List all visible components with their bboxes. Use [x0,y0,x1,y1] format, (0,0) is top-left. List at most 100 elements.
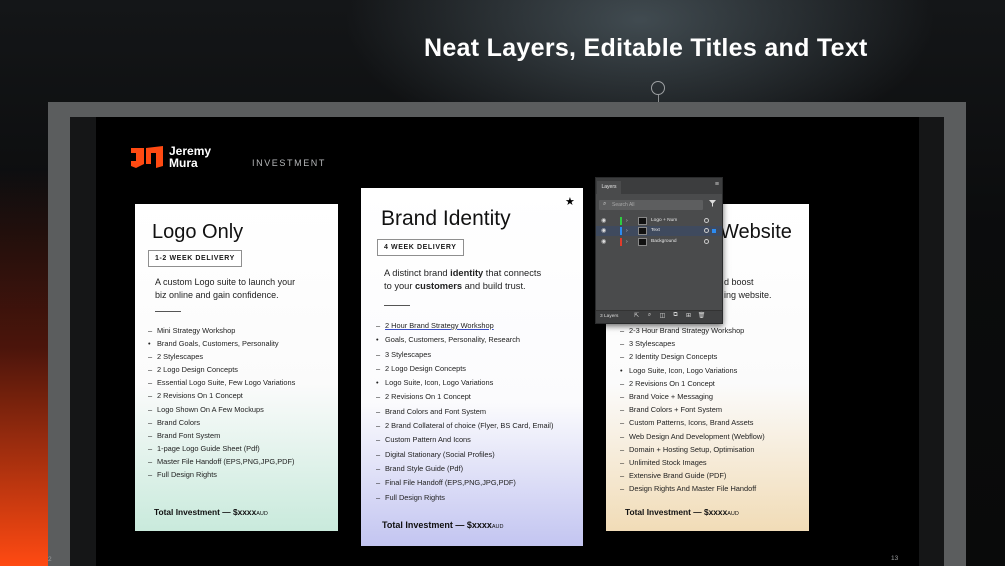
card-description-line2: ing website. [724,290,772,300]
card-description: A custom Logo suite to launch your biz o… [155,276,295,302]
feature-item: Extensive Brand Guide (PDF) [620,469,765,482]
feature-item: Brand Voice + Messaging [620,390,765,403]
feature-item: 3 Stylescapes [620,337,765,350]
layer-row-logo-num[interactable]: ◉ › Logo + Num [596,216,722,226]
layers-panel-tabbar: Layers ≡ [596,178,722,194]
delivery-badge: 1-2 WEEK DELIVERY [148,250,242,267]
locate-object-icon[interactable]: ⌕ [645,312,654,319]
desc-text: A distinct brand [384,268,451,278]
pricing-card-brand-identity: Brand Identity 4 WEEK DELIVERY A distinc… [361,188,583,546]
feature-item: Unlimited Stock Images [620,456,765,469]
section-label: INVESTMENT [252,158,327,168]
total-currency: AUD [256,511,268,517]
delete-icon[interactable]: 🗑 [697,312,706,319]
feature-item: Brand Style Guide (Pdf) [376,462,553,477]
layer-thumbnail [638,217,647,225]
layer-row-text[interactable]: ◉ › Text [596,226,722,236]
layer-row-background[interactable]: ◉ › Background [596,237,722,247]
delivery-badge: 4 WEEK DELIVERY [377,239,464,256]
layer-color-swatch [620,227,622,235]
feature-item: Custom Patterns, Icons, Brand Assets [620,416,765,429]
layer-thumbnail [638,227,647,235]
desc-text: to your [384,281,416,291]
new-sublayer-icon[interactable]: ⧉ [671,312,680,319]
feature-item: 1-page Logo Guide Sheet (Pdf) [148,442,295,455]
layer-name[interactable]: Text [651,226,660,236]
tab-layers[interactable]: Layers [597,181,621,194]
feature-item: 2-3 Hour Brand Strategy Workshop [620,324,765,337]
feature-item: 2 Revisions On 1 Concept [148,389,295,402]
total-label: Total Investment — $xxxx [625,507,728,517]
card-title: Website [720,221,792,243]
feature-item: Brand Colors and Font System [376,405,553,420]
desc-text: and build trust. [462,281,526,291]
feature-item: Design Rights And Master File Handoff [620,482,765,495]
selection-indicator [712,228,716,233]
panel-menu-icon[interactable]: ≡ [715,181,719,188]
search-icon: ⌕ [603,201,607,207]
brand-logo: Jeremy Mura [130,144,211,170]
chevron-right-icon[interactable]: › [626,237,628,247]
desc-emphasis: customers [415,281,463,291]
chevron-right-icon[interactable]: › [626,226,628,236]
layers-panel[interactable]: Layers ≡ Search All ⌕ ◉ › Logo + Num ◉ ›… [595,177,723,324]
feature-item: 2 Stylescapes [148,350,295,363]
total-investment: Total Investment — $xxxxAUD [154,507,268,517]
layer-target-icon[interactable] [704,228,709,233]
feature-item: Domain + Hosting Setup, Optimisation [620,443,765,456]
card-description: d boost ing website. [724,276,772,302]
feature-item: Essential Logo Suite, Few Logo Variation… [148,376,295,389]
total-investment: Total Investment — $xxxxAUD [625,507,739,517]
visibility-eye-icon[interactable]: ◉ [601,216,606,226]
layer-name[interactable]: Background [651,237,677,247]
layers-panel-footer: 3 Layers ⇱ ⌕ ◫ ⧉ ⊞ 🗑 [596,310,722,323]
card-description-line1: A distinct brand identity that connects [384,267,541,280]
card-description-line2: biz online and gain confidence. [155,290,279,300]
feature-item: Digital Stationary (Social Profiles) [376,448,553,463]
total-investment: Total Investment — $xxxxAUD [382,520,504,530]
page-number-left: 2 [48,556,52,563]
feature-item: Master File Handoff (EPS,PNG,JPG,PDF) [148,455,295,468]
feature-list: 2-3 Hour Brand Strategy Workshop 3 Style… [620,324,765,496]
headline: Neat Layers, Editable Titles and Text [424,34,868,62]
clipping-mask-icon[interactable]: ◫ [658,312,667,319]
layer-target-icon[interactable] [704,239,709,244]
feature-item: Full Design Rights [148,468,295,481]
card-description-line1: A custom Logo suite to launch your [155,277,296,287]
layer-target-icon[interactable] [704,218,709,223]
page-number-right: 13 [891,555,899,562]
feature-item: Brand Colors [148,416,295,429]
layers-search-input[interactable]: Search All [599,200,703,210]
card-title: Logo Only [152,221,244,243]
artboard-left-edge [70,117,96,566]
visibility-eye-icon[interactable]: ◉ [601,226,606,236]
chevron-right-icon[interactable]: › [626,216,628,226]
total-currency: AUD [727,511,739,517]
feature-item: 2 Hour Brand Strategy Workshop [376,319,553,334]
brand-logo-icon [130,144,164,170]
filter-icon[interactable] [709,200,716,209]
new-layer-icon[interactable]: ⊞ [684,312,693,319]
star-icon: ★ [565,196,575,208]
layer-color-swatch [620,217,622,225]
visibility-eye-icon[interactable]: ◉ [601,237,606,247]
feature-item: Logo Suite, Icon, Logo Variations [376,376,553,391]
feature-item: 3 Stylescapes [376,348,553,363]
card-description-line1: d boost [724,277,754,287]
feature-item: Goals, Customers, Personality, Research [376,333,553,348]
feature-item: 2 Logo Design Concepts [148,363,295,376]
desc-text: that connects [483,268,542,278]
export-icon[interactable]: ⇱ [632,312,641,319]
layer-thumbnail [638,238,647,246]
total-currency: AUD [491,524,504,530]
feature-item: Web Design And Development (Webflow) [620,430,765,443]
layers-footer-actions: ⇱ ⌕ ◫ ⧉ ⊞ 🗑 [632,312,706,319]
feature-item: Brand Goals, Customers, Personality [148,337,295,350]
feature-item: 2 Revisions On 1 Concept [620,377,765,390]
feature-list: 2 Hour Brand Strategy Workshop Goals, Cu… [376,319,553,505]
layer-name[interactable]: Logo + Num [651,216,677,226]
layer-count: 3 Layers [600,314,619,319]
feature-item: Brand Font System [148,429,295,442]
divider [155,311,181,312]
brand-name-line2: Mura [169,156,198,170]
